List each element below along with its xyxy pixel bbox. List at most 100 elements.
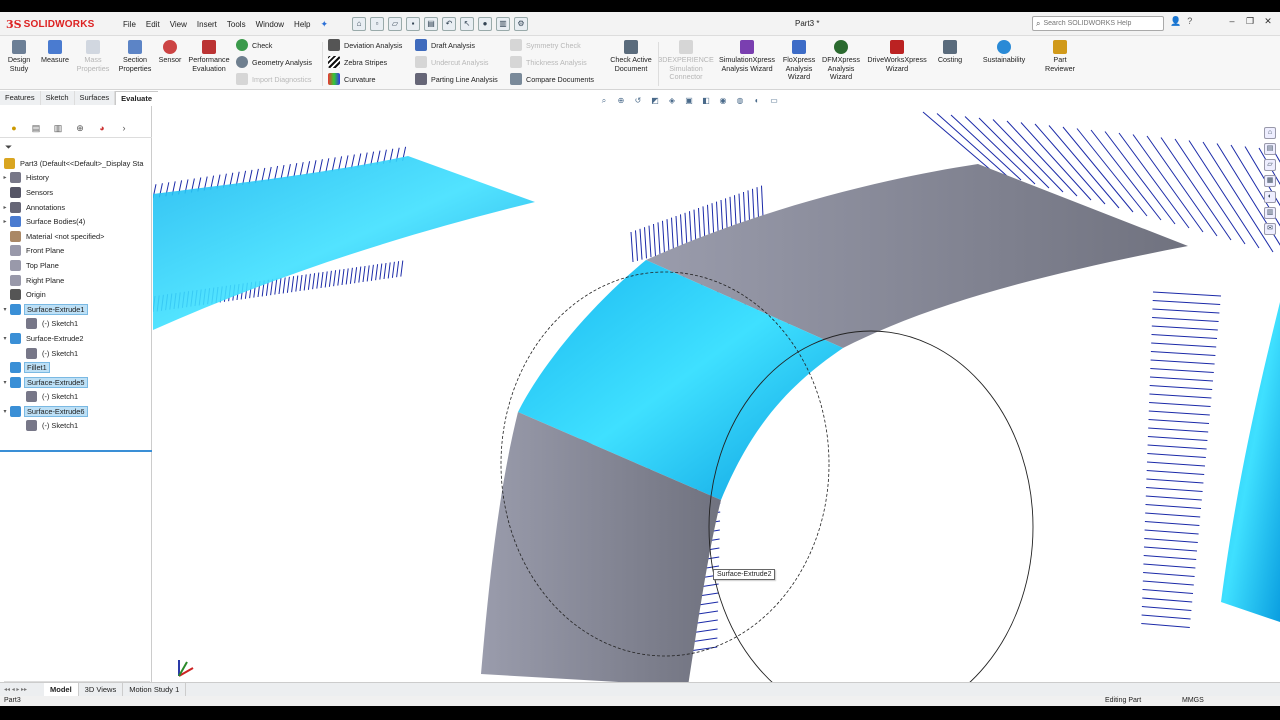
new-document-icon[interactable]: ▫: [370, 17, 384, 31]
expand-arrow-icon[interactable]: ▸: [0, 204, 10, 211]
tree-item[interactable]: Front Plane: [0, 244, 152, 259]
floxpress-button[interactable]: FloXpress Analysis Wizard: [780, 40, 818, 82]
menu-edit[interactable]: Edit: [141, 20, 165, 29]
check-active-document-button[interactable]: Check Active Document: [606, 40, 656, 73]
tab-model[interactable]: Model: [44, 683, 79, 696]
tree-item[interactable]: ▸ Annotations: [0, 200, 152, 215]
tab-navigation-arrows[interactable]: ◂◂ ◂ ▸ ▸▸: [0, 686, 44, 693]
mass-properties-button[interactable]: Mass Properties: [74, 40, 112, 73]
driveworksxpress-button[interactable]: DriveWorksXpress Wizard: [864, 40, 930, 73]
thickness-analysis-button[interactable]: Thickness Analysis: [510, 55, 587, 69]
view-settings-icon[interactable]: ▭: [768, 95, 780, 106]
tree-item[interactable]: ▸ History: [0, 171, 152, 186]
tree-item[interactable]: ▾ Surface-Extrude6: [0, 404, 152, 419]
featuremanager-tab-icon[interactable]: ●: [6, 121, 22, 135]
3dexperience-simulation-button[interactable]: 3DEXPERIENCE Simulation Connector: [658, 40, 714, 82]
minimize-icon[interactable]: –: [1226, 16, 1238, 27]
rollback-bar[interactable]: [0, 450, 152, 452]
tree-item[interactable]: Top Plane: [0, 258, 152, 273]
dimxpert-tab-icon[interactable]: ⊕: [72, 121, 88, 135]
menu-window[interactable]: Window: [251, 20, 289, 29]
tree-item[interactable]: (-) Sketch1: [0, 317, 152, 332]
menu-file[interactable]: File: [118, 20, 141, 29]
parting-line-analysis-button[interactable]: Parting Line Analysis: [415, 72, 498, 86]
model-view[interactable]: [153, 92, 1280, 686]
appearances-icon[interactable]: ◐: [1264, 191, 1276, 203]
tree-item[interactable]: Material <not specified>: [0, 229, 152, 244]
close-icon[interactable]: ✕: [1262, 16, 1274, 27]
propertymanager-tab-icon[interactable]: ▤: [28, 121, 44, 135]
home-icon[interactable]: ⌂: [352, 17, 366, 31]
simulationxpress-button[interactable]: SimulationXpress Analysis Wizard: [716, 40, 778, 73]
solidworks-logo[interactable]: 3S SOLIDWORKS: [6, 15, 94, 33]
expand-arrow-icon[interactable]: ▾: [0, 379, 10, 386]
design-study-button[interactable]: Design Study: [4, 40, 34, 73]
print-icon[interactable]: ▤: [424, 17, 438, 31]
check-button[interactable]: Check: [236, 38, 272, 52]
performance-evaluation-button[interactable]: Performance Evaluation: [186, 40, 232, 73]
tree-item[interactable]: ▸ Surface Bodies(4): [0, 214, 152, 229]
zebra-stripes-button[interactable]: Zebra Stripes: [328, 55, 387, 69]
apply-scene-icon[interactable]: ◐: [751, 95, 763, 106]
help-search[interactable]: ⌕: [1032, 16, 1164, 31]
tree-root[interactable]: Part3 (Default<<Default>_Display Sta: [0, 156, 152, 171]
search-input[interactable]: [1043, 20, 1144, 27]
tree-item[interactable]: (-) Sketch1: [0, 390, 152, 405]
tab-motion-study[interactable]: Motion Study 1: [123, 683, 187, 696]
undercut-analysis-button[interactable]: Undercut Analysis: [415, 55, 489, 69]
tab-3d-views[interactable]: 3D Views: [79, 683, 124, 696]
expand-tabs-icon[interactable]: ›: [116, 121, 132, 135]
user-icon[interactable]: 👤: [1170, 16, 1181, 27]
menu-tools[interactable]: Tools: [222, 20, 251, 29]
menu-help[interactable]: Help: [289, 20, 315, 29]
tree-item[interactable]: Sensors: [0, 185, 152, 200]
tab-features[interactable]: Features: [0, 91, 41, 105]
custom-properties-icon[interactable]: ▥: [1264, 207, 1276, 219]
section-view-icon[interactable]: ◩: [649, 95, 661, 106]
tree-item[interactable]: ▾ Surface-Extrude1: [0, 302, 152, 317]
display-style-icon[interactable]: ◧: [700, 95, 712, 106]
symmetry-check-button[interactable]: Symmetry Check: [510, 38, 581, 52]
edit-appearance-icon[interactable]: ◍: [734, 95, 746, 106]
geometry-analysis-button[interactable]: Geometry Analysis: [236, 55, 312, 69]
resources-icon[interactable]: ⌂: [1264, 127, 1276, 139]
tree-item[interactable]: Fillet1: [0, 360, 152, 375]
help-icon[interactable]: ?: [1187, 16, 1192, 27]
pin-icon[interactable]: ✦: [316, 19, 334, 30]
view-palette-icon[interactable]: ▦: [1264, 175, 1276, 187]
sustainability-button[interactable]: Sustainability: [976, 40, 1032, 65]
hide-show-icon[interactable]: ◉: [717, 95, 729, 106]
expand-arrow-icon[interactable]: ▾: [0, 306, 10, 313]
rebuild-icon[interactable]: ●: [478, 17, 492, 31]
curvature-button[interactable]: Curvature: [328, 72, 376, 86]
menu-view[interactable]: View: [165, 20, 192, 29]
restore-icon[interactable]: ❐: [1244, 16, 1256, 27]
expand-arrow-icon[interactable]: ▸: [0, 174, 10, 181]
draft-analysis-button[interactable]: Draft Analysis: [415, 38, 475, 52]
filter-icon[interactable]: ⏷: [5, 142, 12, 153]
design-library-icon[interactable]: ▤: [1264, 143, 1276, 155]
tab-sketch[interactable]: Sketch: [40, 91, 75, 105]
deviation-analysis-button[interactable]: Deviation Analysis: [328, 38, 402, 52]
surface-strip-left[interactable]: [153, 156, 535, 330]
tree-item[interactable]: ▾ Surface-Extrude5: [0, 375, 152, 390]
import-diagnostics-button[interactable]: Import Diagnostics: [236, 72, 312, 86]
dynamic-annotation-icon[interactable]: ◈: [666, 95, 678, 106]
tree-item[interactable]: (-) Sketch1: [0, 419, 152, 434]
zoom-to-fit-icon[interactable]: ⌕: [598, 95, 610, 106]
options-icon[interactable]: ⚙: [514, 17, 528, 31]
menu-insert[interactable]: Insert: [192, 20, 222, 29]
zoom-area-icon[interactable]: ⊕: [615, 95, 627, 106]
surface-strip-right[interactable]: [1221, 302, 1280, 622]
part-reviewer-button[interactable]: Part Reviewer: [1040, 40, 1080, 73]
forum-icon[interactable]: ✉: [1264, 223, 1276, 235]
expand-arrow-icon[interactable]: ▾: [0, 408, 10, 415]
file-properties-icon[interactable]: ▥: [496, 17, 510, 31]
measure-button[interactable]: Measure: [38, 40, 72, 65]
tree-item[interactable]: (-) Sketch1: [0, 346, 152, 361]
previous-view-icon[interactable]: ↺: [632, 95, 644, 106]
tree-item[interactable]: ▾ Surface-Extrude2: [0, 331, 152, 346]
compare-documents-button[interactable]: Compare Documents: [510, 72, 594, 86]
status-units[interactable]: MMGS: [1182, 696, 1204, 706]
configurationmanager-tab-icon[interactable]: ▥: [50, 121, 66, 135]
